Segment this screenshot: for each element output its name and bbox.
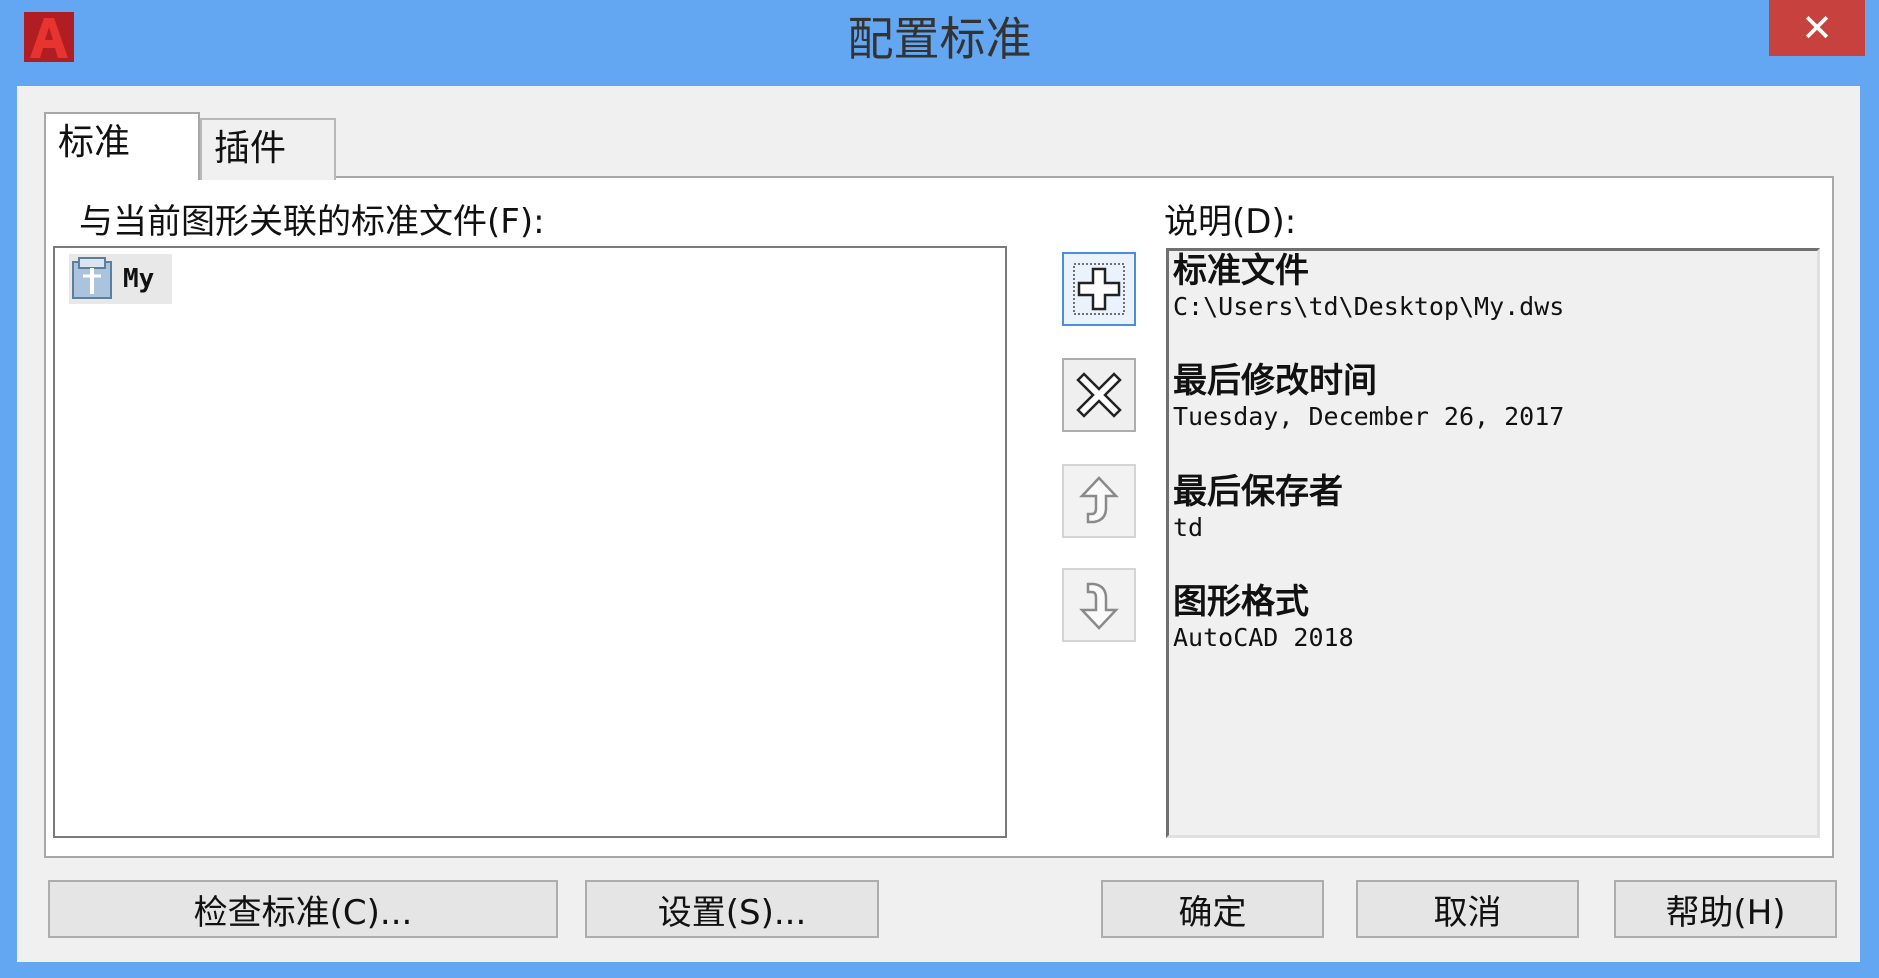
cancel-button[interactable]: 取消 — [1356, 880, 1579, 938]
section-value: C:\Users\td\Desktop\My.dws — [1173, 292, 1565, 321]
section-value: Tuesday, December 26, 2017 — [1173, 402, 1565, 431]
ok-button[interactable]: 确定 — [1101, 880, 1324, 938]
dialog-body: 标准 插件 与当前图形关联的标准文件(F): My 说明(D): 标准文件 C:… — [17, 86, 1860, 962]
remove-standards-button[interactable] — [1062, 358, 1136, 432]
tab-plugins[interactable]: 插件 — [200, 118, 336, 180]
standards-file-icon — [69, 256, 117, 302]
description-section: 最后保存者 td — [1173, 472, 1343, 544]
arrow-down-icon — [1079, 582, 1119, 630]
check-standards-button[interactable]: 检查标准(C)... — [48, 880, 558, 938]
help-button[interactable]: 帮助(H) — [1614, 880, 1837, 938]
window-title: 配置标准 — [847, 12, 1032, 66]
move-down-button[interactable] — [1062, 568, 1136, 642]
title-bar: 配置标准 ✕ — [0, 0, 1879, 80]
tab-standards[interactable]: 标准 — [44, 112, 200, 180]
description-section: 最后修改时间 Tuesday, December 26, 2017 — [1173, 361, 1564, 433]
section-heading: 最后保存者 — [1173, 472, 1343, 512]
section-heading: 图形格式 — [1173, 582, 1309, 622]
description-panel: 标准文件 C:\Users\td\Desktop\My.dws 最后修改时间 T… — [1166, 248, 1820, 838]
standards-list-label: 与当前图形关联的标准文件(F): — [79, 202, 545, 242]
x-icon — [1076, 372, 1122, 418]
standards-file-list[interactable]: My — [53, 246, 1007, 838]
section-value: td — [1173, 513, 1204, 542]
list-item-name: My — [123, 264, 155, 294]
description-label: 说明(D): — [1164, 202, 1297, 242]
section-value: AutoCAD 2018 — [1173, 623, 1354, 652]
section-heading: 标准文件 — [1173, 251, 1309, 291]
description-section: 图形格式 AutoCAD 2018 — [1173, 582, 1354, 654]
description-section: 标准文件 C:\Users\td\Desktop\My.dws — [1173, 251, 1564, 323]
settings-button[interactable]: 设置(S)... — [585, 880, 879, 938]
plus-icon — [1073, 263, 1125, 315]
close-icon: ✕ — [1801, 6, 1833, 50]
list-item[interactable]: My — [69, 254, 173, 304]
add-standards-button[interactable] — [1062, 252, 1136, 326]
move-up-button[interactable] — [1062, 464, 1136, 538]
section-heading: 最后修改时间 — [1173, 361, 1377, 401]
close-button[interactable]: ✕ — [1769, 0, 1865, 56]
arrow-up-icon — [1079, 476, 1119, 524]
